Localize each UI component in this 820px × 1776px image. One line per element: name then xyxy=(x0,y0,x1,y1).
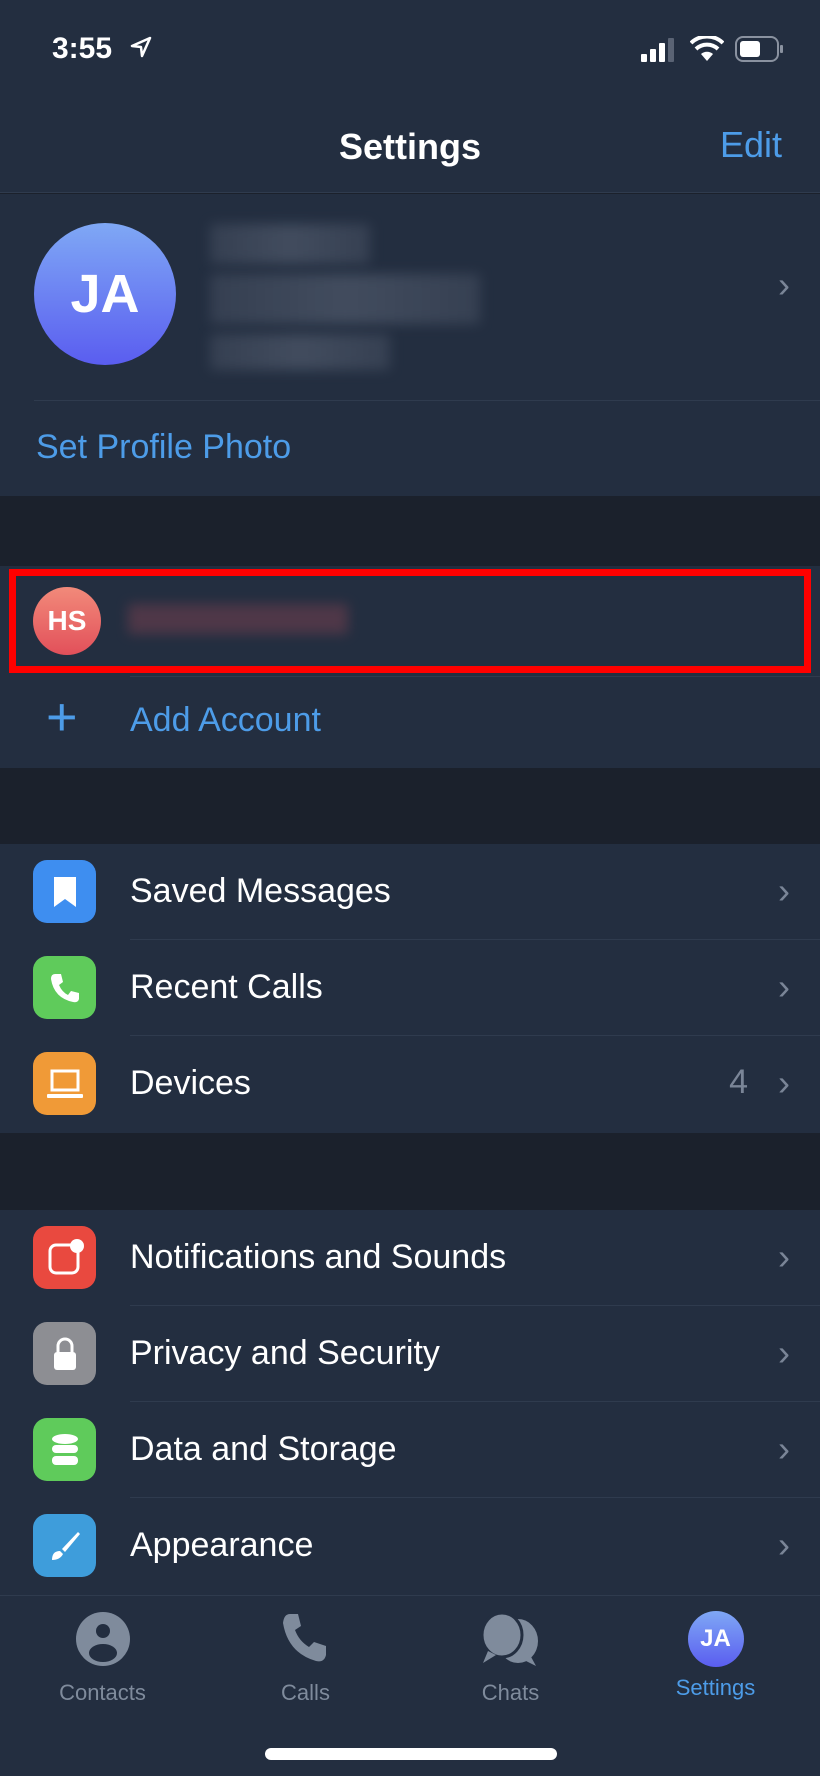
laptop-icon xyxy=(33,1052,96,1115)
person-circle-icon xyxy=(75,1612,130,1666)
highlight-box xyxy=(9,569,811,673)
home-indicator xyxy=(265,1748,557,1760)
row-recent-calls[interactable]: Recent Calls › xyxy=(0,940,820,1036)
chat-bubbles-icon xyxy=(480,1611,538,1666)
row-notifications[interactable]: Notifications and Sounds › xyxy=(0,1210,820,1306)
row-saved-messages[interactable]: Saved Messages › xyxy=(0,844,820,940)
set-profile-photo-button[interactable]: Set Profile Photo xyxy=(36,428,291,467)
tab-calls[interactable]: Calls xyxy=(203,1611,408,1706)
tab-settings[interactable]: JA Settings xyxy=(613,1611,818,1701)
row-data-storage[interactable]: Data and Storage › xyxy=(0,1402,820,1498)
tab-chats[interactable]: Chats xyxy=(408,1611,613,1706)
phone-icon xyxy=(282,1614,326,1662)
plus-icon: + xyxy=(46,687,78,747)
status-time: 3:55 xyxy=(52,32,113,65)
row-devices[interactable]: Devices 4 › xyxy=(0,1036,820,1132)
chevron-right-icon: › xyxy=(778,1236,790,1277)
brush-icon xyxy=(33,1514,96,1577)
chevron-right-icon: › xyxy=(778,870,790,911)
add-account-label: Add Account xyxy=(130,701,321,739)
avatar: JA xyxy=(687,1611,744,1667)
chevron-right-icon: › xyxy=(778,1332,790,1373)
bookmark-icon xyxy=(33,860,96,923)
nav-bar: Settings Edit xyxy=(0,100,820,193)
chevron-right-icon: › xyxy=(778,1062,790,1103)
profile-row[interactable]: JA › xyxy=(0,194,820,400)
redacted-name xyxy=(210,224,370,264)
chevron-right-icon: › xyxy=(778,966,790,1007)
status-bar: 3:55 xyxy=(0,0,820,100)
location-arrow-icon xyxy=(130,36,152,58)
row-appearance[interactable]: Appearance › xyxy=(0,1498,820,1594)
page-title: Settings xyxy=(338,126,481,167)
edit-button[interactable]: Edit xyxy=(720,124,782,166)
chevron-right-icon: › xyxy=(778,1524,790,1565)
settings-group-2: Notifications and Sounds › Privacy and Se… xyxy=(0,1210,820,1595)
profile-section: JA › Set Profile Photo xyxy=(0,194,820,496)
row-privacy[interactable]: Privacy and Security › xyxy=(0,1306,820,1402)
devices-count: 4 xyxy=(729,1063,748,1101)
redacted-phone xyxy=(210,274,480,324)
notification-icon xyxy=(33,1226,96,1289)
signal-icon xyxy=(641,38,674,62)
chevron-right-icon: › xyxy=(778,264,790,305)
redacted-username xyxy=(210,334,390,370)
settings-group-1: Saved Messages › Recent Calls › Devices 4 › xyxy=(0,844,820,1133)
database-icon xyxy=(33,1418,96,1481)
lock-icon xyxy=(33,1322,96,1385)
phone-icon xyxy=(33,956,96,1019)
wifi-icon xyxy=(690,36,724,61)
battery-icon xyxy=(735,36,783,62)
chevron-right-icon: › xyxy=(778,1428,790,1469)
avatar: JA xyxy=(34,223,176,365)
add-account-button[interactable]: + Add Account xyxy=(0,676,820,768)
accounts-section: HS + Add Account xyxy=(0,566,820,768)
tab-contacts[interactable]: Contacts xyxy=(0,1611,205,1706)
